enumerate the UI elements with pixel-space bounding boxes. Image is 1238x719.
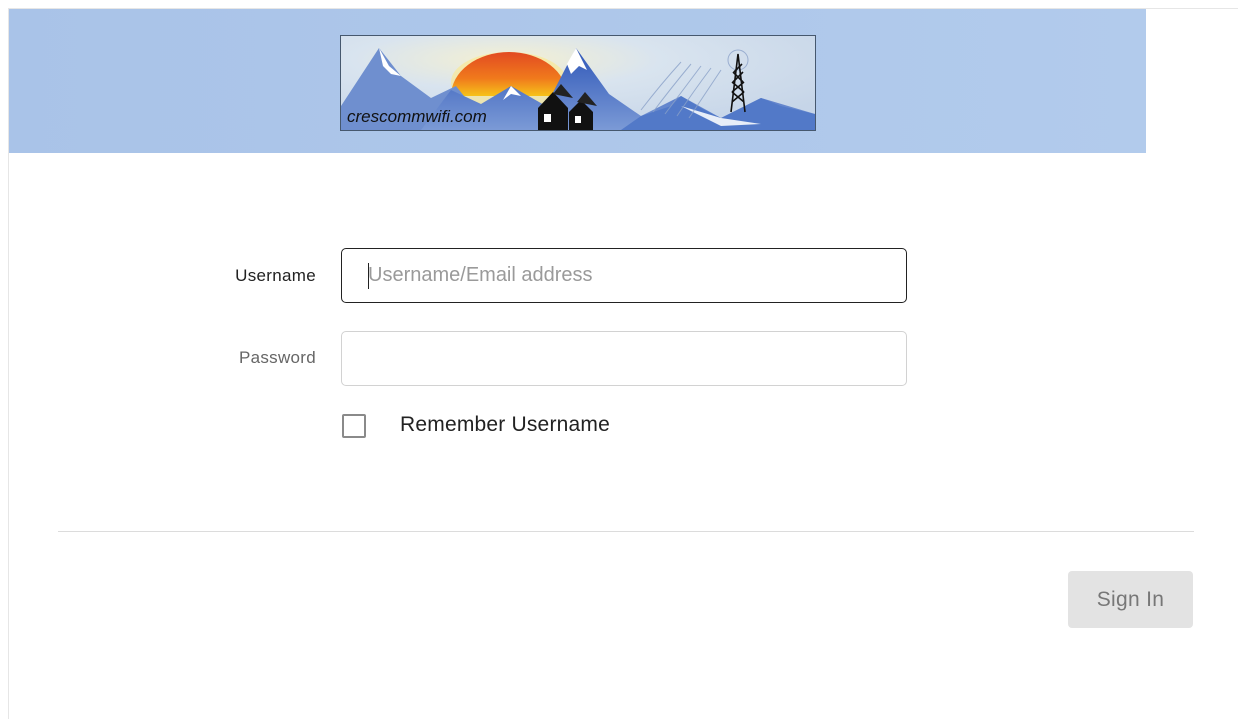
sign-in-button[interactable]: Sign In	[1068, 571, 1193, 628]
form-divider	[58, 531, 1194, 532]
text-cursor	[368, 263, 369, 289]
username-input[interactable]	[341, 248, 907, 303]
password-label: Password	[238, 348, 316, 367]
header-banner: crescommwifi.com	[9, 9, 1146, 153]
username-label: Username	[235, 266, 316, 285]
company-logo: crescommwifi.com	[340, 35, 816, 131]
remember-username-checkbox[interactable]	[342, 414, 366, 438]
logo-text: crescommwifi.com	[347, 107, 487, 126]
remember-username-label[interactable]: Remember Username	[400, 413, 610, 437]
password-input[interactable]	[341, 331, 907, 386]
